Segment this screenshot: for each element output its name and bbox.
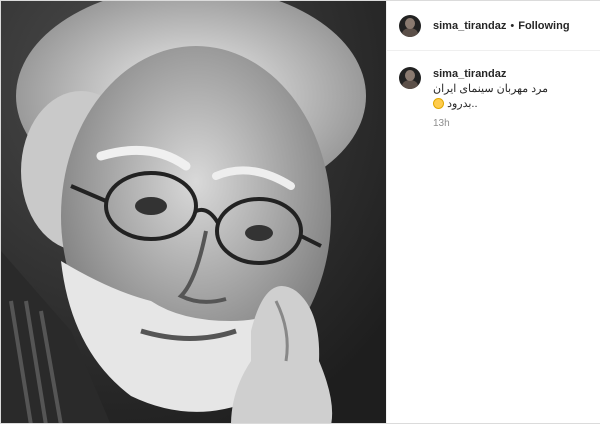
post-window: sima_tirandaz • Following sima_tirandaz … xyxy=(0,0,600,424)
caption-avatar[interactable] xyxy=(399,67,421,89)
sad-face-emoji-icon xyxy=(433,98,444,109)
caption-body: sima_tirandaz مرد مهربان سینمای ایران بد… xyxy=(433,67,593,129)
caption-text-line1: مرد مهربان سینمای ایران xyxy=(433,83,549,95)
following-button[interactable]: Following xyxy=(518,20,569,32)
avatar[interactable] xyxy=(399,14,421,37)
caption-line-2: بدرود.. xyxy=(433,97,593,112)
post-header: sima_tirandaz • Following xyxy=(387,1,600,51)
portrait-image xyxy=(1,1,386,423)
caption-line: sima_tirandaz مرد مهربان سینمای ایران xyxy=(433,67,593,97)
separator-dot: • xyxy=(510,19,515,32)
caption-text-line2: بدرود.. xyxy=(447,98,478,110)
post-sidebar: sima_tirandaz • Following sima_tirandaz … xyxy=(386,1,600,423)
post-timestamp[interactable]: 13h xyxy=(433,118,593,129)
post-photo[interactable] xyxy=(1,1,386,423)
header-username[interactable]: sima_tirandaz xyxy=(433,20,506,32)
caption-username[interactable]: sima_tirandaz xyxy=(433,68,506,80)
caption-comment: sima_tirandaz مرد مهربان سینمای ایران بد… xyxy=(387,51,600,129)
